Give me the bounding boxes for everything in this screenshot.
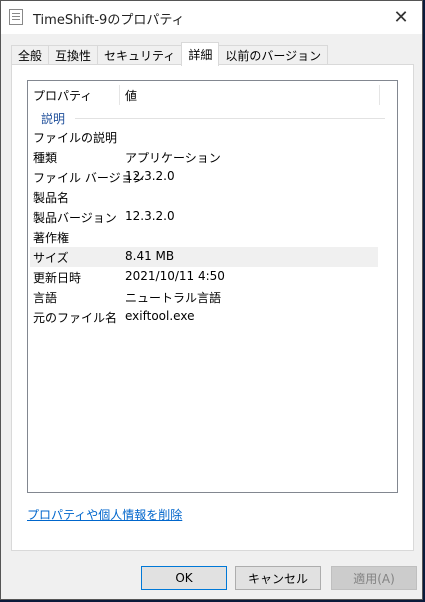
list-item[interactable]: 著作権: [28, 227, 397, 247]
property-value: 12.3.2.0: [125, 209, 175, 223]
property-value: アプリケーション: [125, 151, 221, 165]
property-value: exiftool.exe: [125, 309, 195, 323]
property-value: 2021/10/11 4:50: [125, 269, 225, 283]
remove-properties-link[interactable]: プロパティや個人情報を削除: [27, 506, 182, 523]
property-name: 更新日時: [33, 271, 82, 285]
tab-compatibility[interactable]: 互換性: [48, 45, 99, 65]
group-divider: [75, 118, 385, 119]
list-item[interactable]: 種類 アプリケーション: [28, 147, 397, 167]
property-value: ニュートラル言語: [125, 291, 222, 305]
property-name: 製品バージョン: [33, 211, 117, 225]
title-bar: TimeShift-9のプロパティ ✕: [1, 1, 422, 34]
tab-previous-versions[interactable]: 以前のバージョン: [218, 45, 329, 65]
list-header: プロパティ 値: [28, 81, 397, 107]
row-highlight: [30, 247, 378, 267]
details-panel: プロパティ 値 説明 ファイルの説明 種類 アプリケーション ファイル バージョ…: [11, 64, 414, 551]
properties-dialog: TimeShift-9のプロパティ ✕ 全般 互換性 セキュリティ 詳細 以前の…: [0, 0, 423, 600]
tab-security[interactable]: セキュリティ: [97, 45, 183, 65]
list-item[interactable]: 更新日時 2021/10/11 4:50: [28, 267, 397, 287]
ok-button[interactable]: OK: [141, 566, 227, 590]
property-name: 製品名: [33, 191, 70, 205]
close-button[interactable]: ✕: [384, 1, 418, 33]
list-item-selected[interactable]: サイズ 8.41 MB: [28, 247, 397, 267]
list-item[interactable]: 製品バージョン 12.3.2.0: [28, 207, 397, 227]
property-name: ファイルの説明: [33, 131, 118, 145]
property-value: 12.3.2.0: [125, 169, 175, 183]
tab-bar: 全般 互換性 セキュリティ 詳細 以前のバージョン: [11, 42, 329, 66]
list-item[interactable]: 製品名: [28, 187, 397, 207]
list-item[interactable]: ファイル バージョン 12.3.2.0: [28, 167, 397, 187]
apply-button[interactable]: 適用(A): [331, 566, 417, 590]
property-name: 言語: [33, 291, 58, 305]
tab-general[interactable]: 全般: [11, 45, 50, 65]
tab-details[interactable]: 詳細: [181, 42, 220, 66]
property-value: 8.41 MB: [125, 249, 175, 263]
file-icon: [9, 9, 23, 25]
column-header-value[interactable]: 値: [120, 85, 380, 105]
cancel-button[interactable]: キャンセル: [235, 566, 321, 590]
group-header-description: 説明: [28, 107, 397, 127]
details-list[interactable]: プロパティ 値 説明 ファイルの説明 種類 アプリケーション ファイル バージョ…: [27, 80, 398, 493]
group-label: 説明: [41, 112, 66, 126]
column-header-property[interactable]: プロパティ: [28, 85, 120, 105]
property-name: サイズ: [33, 251, 69, 265]
list-item[interactable]: 言語 ニュートラル言語: [28, 287, 397, 307]
list-item[interactable]: ファイルの説明: [28, 127, 397, 147]
property-name: 元のファイル名: [33, 311, 118, 325]
list-item[interactable]: 元のファイル名 exiftool.exe: [28, 307, 397, 327]
window-title: TimeShift-9のプロパティ: [33, 13, 185, 28]
property-name: 種類: [33, 151, 58, 165]
property-name: 著作権: [33, 231, 70, 245]
